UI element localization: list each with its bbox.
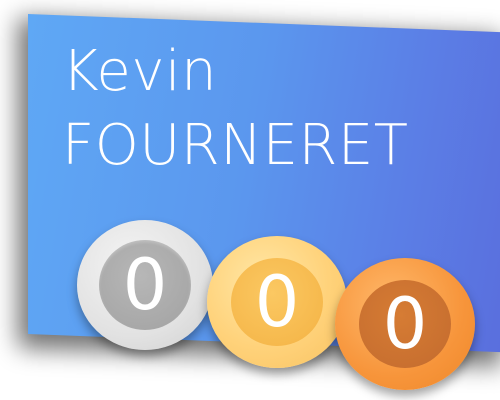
user-last-name: FOURNERET: [62, 113, 409, 178]
silver-medal-icon: 0: [77, 220, 213, 350]
flair-card: Kevin FOURNERET 0 0 0: [0, 0, 500, 400]
user-first-name: Kevin: [62, 39, 218, 104]
gold-medal-icon: 0: [207, 236, 347, 368]
silver-badge-count: 0: [122, 244, 168, 326]
gold-badge-count: 0: [254, 261, 300, 343]
bronze-badge-count: 0: [382, 283, 428, 365]
bronze-medal-icon: 0: [335, 258, 475, 390]
